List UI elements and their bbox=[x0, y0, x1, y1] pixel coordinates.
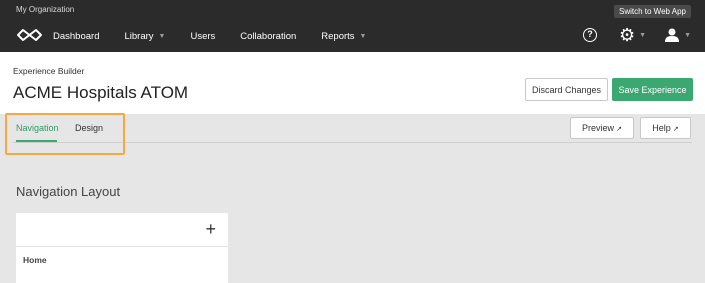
logo-icon[interactable] bbox=[16, 28, 43, 42]
external-link-icon: ↗ bbox=[672, 126, 679, 133]
discard-changes-button[interactable]: Discard Changes bbox=[525, 78, 608, 101]
user-icon[interactable] bbox=[664, 28, 680, 42]
help-label: Help bbox=[652, 123, 671, 133]
gear-icon[interactable]: ⚙ bbox=[619, 26, 635, 44]
page-header: Experience Builder ACME Hospitals ATOM D… bbox=[0, 52, 705, 114]
page-title: ACME Hospitals ATOM bbox=[13, 83, 189, 102]
highlight-box bbox=[5, 113, 125, 155]
preview-label: Preview bbox=[582, 123, 615, 133]
section-title: Navigation Layout bbox=[16, 184, 121, 199]
help-icon[interactable]: ? bbox=[582, 28, 597, 42]
list-item[interactable]: Home bbox=[23, 255, 47, 265]
nav-library-label: Library bbox=[124, 31, 154, 42]
main-nav: Dashboard Library ▼ Users Collaboration … bbox=[53, 31, 391, 42]
organization-name: My Organization bbox=[16, 5, 75, 14]
chevron-down-icon: ▼ bbox=[359, 33, 367, 40]
preview-button[interactable]: Preview ↗ bbox=[570, 117, 634, 139]
add-icon[interactable]: + bbox=[205, 219, 216, 239]
nav-reports-label: Reports bbox=[321, 31, 355, 42]
save-experience-button[interactable]: Save Experience bbox=[612, 78, 693, 101]
nav-dashboard-label: Dashboard bbox=[53, 31, 100, 42]
navigation-layout-panel: + Home bbox=[16, 213, 228, 283]
chevron-down-icon: ▼ bbox=[639, 31, 647, 39]
nav-icon-group: ? ⚙ ▼ ▼ bbox=[582, 26, 691, 44]
nav-users[interactable]: Users bbox=[190, 31, 215, 42]
top-navigation-bar: My Organization Switch to Web App Dashbo… bbox=[0, 0, 705, 52]
nav-reports[interactable]: Reports ▼ bbox=[321, 31, 366, 42]
nav-library[interactable]: Library ▼ bbox=[124, 31, 165, 42]
external-link-icon: ↗ bbox=[616, 126, 622, 133]
panel-toolbar: + bbox=[16, 213, 228, 247]
nav-collaboration-label: Collaboration bbox=[240, 31, 297, 42]
switch-to-web-app-button[interactable]: Switch to Web App bbox=[614, 5, 691, 18]
breadcrumb[interactable]: Experience Builder bbox=[13, 66, 84, 76]
chevron-down-icon: ▼ bbox=[684, 31, 691, 39]
nav-dashboard[interactable]: Dashboard bbox=[53, 31, 99, 42]
chevron-down-icon: ▼ bbox=[158, 33, 166, 40]
nav-users-label: Users bbox=[190, 31, 216, 42]
nav-collaboration[interactable]: Collaboration bbox=[240, 31, 296, 42]
help-button[interactable]: Help ↗ bbox=[640, 117, 691, 139]
